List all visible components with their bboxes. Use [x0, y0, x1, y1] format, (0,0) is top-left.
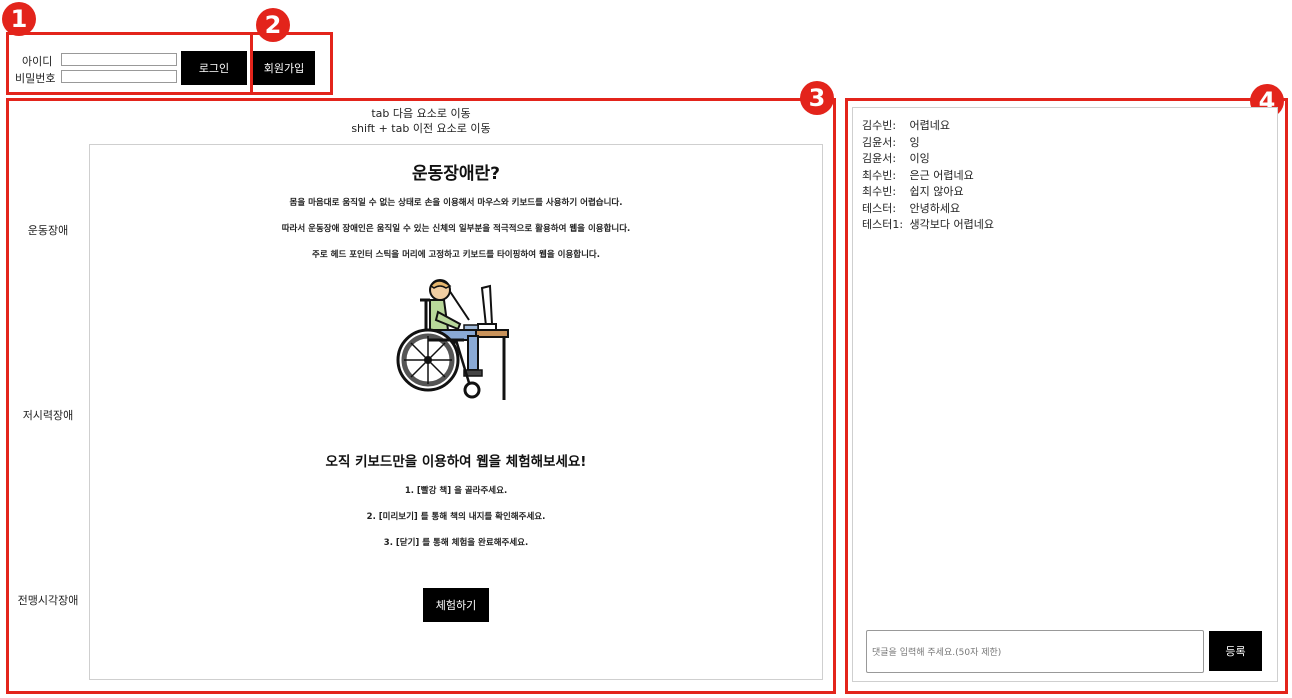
chat-message: 최수빈: 쉽지 않아요 [862, 183, 1262, 200]
chat-message: 김수빈: 어렵네요 [862, 117, 1262, 134]
chat-message-text: 쉽지 않아요 [909, 185, 964, 198]
chat-message-list: 김수빈: 어렵네요 김윤서: 잉 김윤서: 이잉 최수빈: 은근 어렵네요 최수… [862, 117, 1262, 233]
content-paragraph: 주로 헤드 포인터 스틱을 머리에 고정하고 키보드를 타이핑하여 웹을 이용합… [312, 250, 600, 260]
instruction-step: 3. [닫기] 를 통해 체험을 완료해주세요. [383, 538, 529, 548]
try-experience-button[interactable]: 체험하기 [423, 588, 489, 622]
chat-message: 김윤서: 이잉 [862, 150, 1262, 167]
chat-message: 김윤서: 잉 [862, 134, 1262, 151]
annotation-badge-1: 1 [2, 2, 36, 36]
chat-message-user: 테스터: [862, 201, 897, 215]
chat-message-user: 김윤서: [862, 135, 897, 149]
id-input[interactable] [61, 53, 177, 66]
content-paragraph: 몸을 마음대로 움직일 수 없는 상태로 손을 이용해서 마우스와 키보드를 사… [289, 198, 623, 208]
password-input[interactable] [61, 70, 177, 83]
id-label: 아이디 [22, 55, 53, 68]
category-blindness[interactable]: 전맹시각장애 [10, 592, 86, 608]
chat-message-user: 최수빈: [862, 168, 897, 182]
category-motor-disability[interactable]: 운동장애 [10, 222, 86, 238]
chat-message-text: 이잉 [909, 152, 930, 165]
chat-message-text: 안녕하세요 [909, 201, 961, 215]
chat-message-text: 잉 [909, 135, 920, 149]
comment-input[interactable]: 댓글을 입력해 주세요.(50자 제한) [866, 630, 1204, 673]
instruction-step: 2. [미리보기] 를 통해 책의 내지를 확인해주세요. [366, 512, 546, 522]
signup-button[interactable]: 회원가입 [253, 51, 315, 85]
chat-message: 최수빈: 은근 어렵네요 [862, 167, 1262, 184]
wheelchair-user-illustration [396, 279, 509, 400]
login-button[interactable]: 로그인 [181, 51, 247, 85]
instruction-step: 1. [빨강 책] 을 골라주세요. [404, 486, 508, 496]
chat-message-text: 은근 어렵네요 [909, 168, 974, 182]
comment-submit-button[interactable]: 등록 [1209, 631, 1262, 671]
content-panel: 운동장애란? 몸을 마음대로 움직일 수 없는 상태로 손을 이용해서 마우스와… [89, 144, 823, 680]
tab-hint-prev: shift + tab 이전 요소로 이동 [351, 122, 491, 135]
chat-message: 테스터: 안녕하세요 [862, 200, 1262, 217]
content-subtitle: 오직 키보드만을 이용하여 웹을 체험해보세요! [325, 454, 587, 470]
chat-message-text: 어렵네요 [909, 119, 950, 132]
password-label: 비밀번호 [15, 72, 56, 85]
annotation-badge-2: 2 [256, 8, 290, 42]
content-paragraph: 따라서 운동장애 장애인은 움직일 수 있는 신체의 일부분을 적극적으로 활용… [281, 224, 631, 234]
content-title: 운동장애란? [411, 164, 501, 184]
chat-message-user: 김윤서: [862, 152, 897, 165]
category-low-vision[interactable]: 저시력장애 [10, 407, 86, 423]
chat-message-user: 테스터1: [862, 218, 904, 231]
chat-message: 테스터1: 생각보다 어렵네요 [862, 216, 1262, 233]
chat-message-text: 생각보다 어렵네요 [909, 218, 994, 231]
chat-message-user: 김수빈: [862, 119, 897, 132]
chat-message-user: 최수빈: [862, 185, 897, 198]
tab-hint-next: tab 다음 요소로 이동 [371, 107, 471, 120]
